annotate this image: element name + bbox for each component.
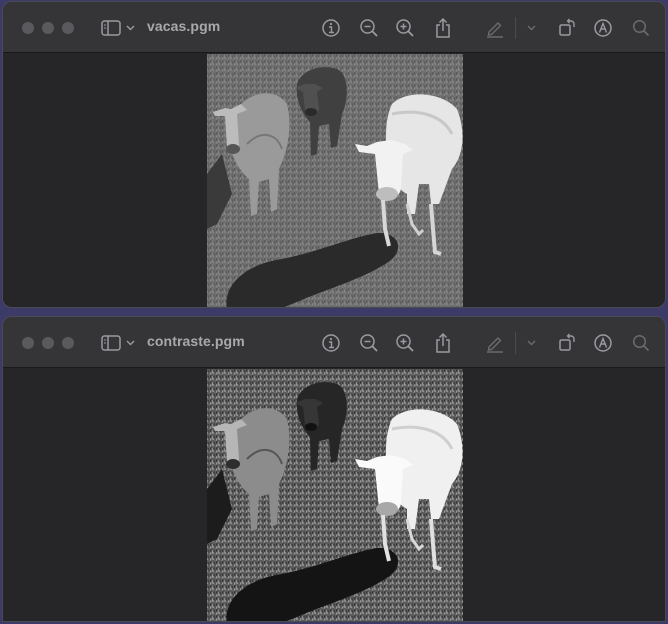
markup-pen-icon[interactable]: [483, 16, 507, 40]
share-icon[interactable]: [431, 331, 455, 355]
toolbar-separator: [515, 332, 516, 354]
search-icon[interactable]: [629, 16, 653, 40]
share-icon[interactable]: [431, 16, 455, 40]
annotate-icon[interactable]: [591, 16, 615, 40]
rotate-icon[interactable]: [555, 331, 579, 355]
minimize-window-button[interactable]: [42, 22, 54, 34]
preview-window-vacas[interactable]: vacas.pgm: [2, 1, 666, 308]
markup-pen-icon[interactable]: [483, 331, 507, 355]
info-icon[interactable]: [319, 16, 343, 40]
cows-photo-original: [207, 54, 463, 307]
sidebar-toggle-icon[interactable]: [99, 16, 123, 40]
info-icon[interactable]: [319, 331, 343, 355]
window-title: contraste.pgm: [147, 333, 245, 349]
cows-image[interactable]: [207, 369, 463, 621]
document-view[interactable]: [3, 54, 665, 307]
chevron-down-icon[interactable]: [125, 16, 135, 40]
window-title: vacas.pgm: [147, 18, 221, 34]
toolbar-separator: [515, 17, 516, 39]
rotate-icon[interactable]: [555, 16, 579, 40]
titlebar[interactable]: vacas.pgm: [3, 2, 665, 53]
zoom-in-icon[interactable]: [393, 16, 417, 40]
document-view[interactable]: [3, 369, 665, 621]
annotate-icon[interactable]: [591, 331, 615, 355]
minimize-window-button[interactable]: [42, 337, 54, 349]
chevron-down-icon[interactable]: [525, 16, 537, 40]
close-window-button[interactable]: [22, 337, 34, 349]
zoom-window-button[interactable]: [62, 22, 74, 34]
close-window-button[interactable]: [22, 22, 34, 34]
zoom-out-icon[interactable]: [357, 331, 381, 355]
preview-window-contraste[interactable]: contraste.pgm: [2, 316, 666, 622]
search-icon[interactable]: [629, 331, 653, 355]
titlebar[interactable]: contraste.pgm: [3, 317, 665, 368]
zoom-in-icon[interactable]: [393, 331, 417, 355]
zoom-window-button[interactable]: [62, 337, 74, 349]
chevron-down-icon[interactable]: [125, 331, 135, 355]
zoom-out-icon[interactable]: [357, 16, 381, 40]
cows-image[interactable]: [207, 54, 463, 307]
sidebar-toggle-icon[interactable]: [99, 331, 123, 355]
cows-photo-contrast: [207, 369, 463, 621]
chevron-down-icon[interactable]: [525, 331, 537, 355]
